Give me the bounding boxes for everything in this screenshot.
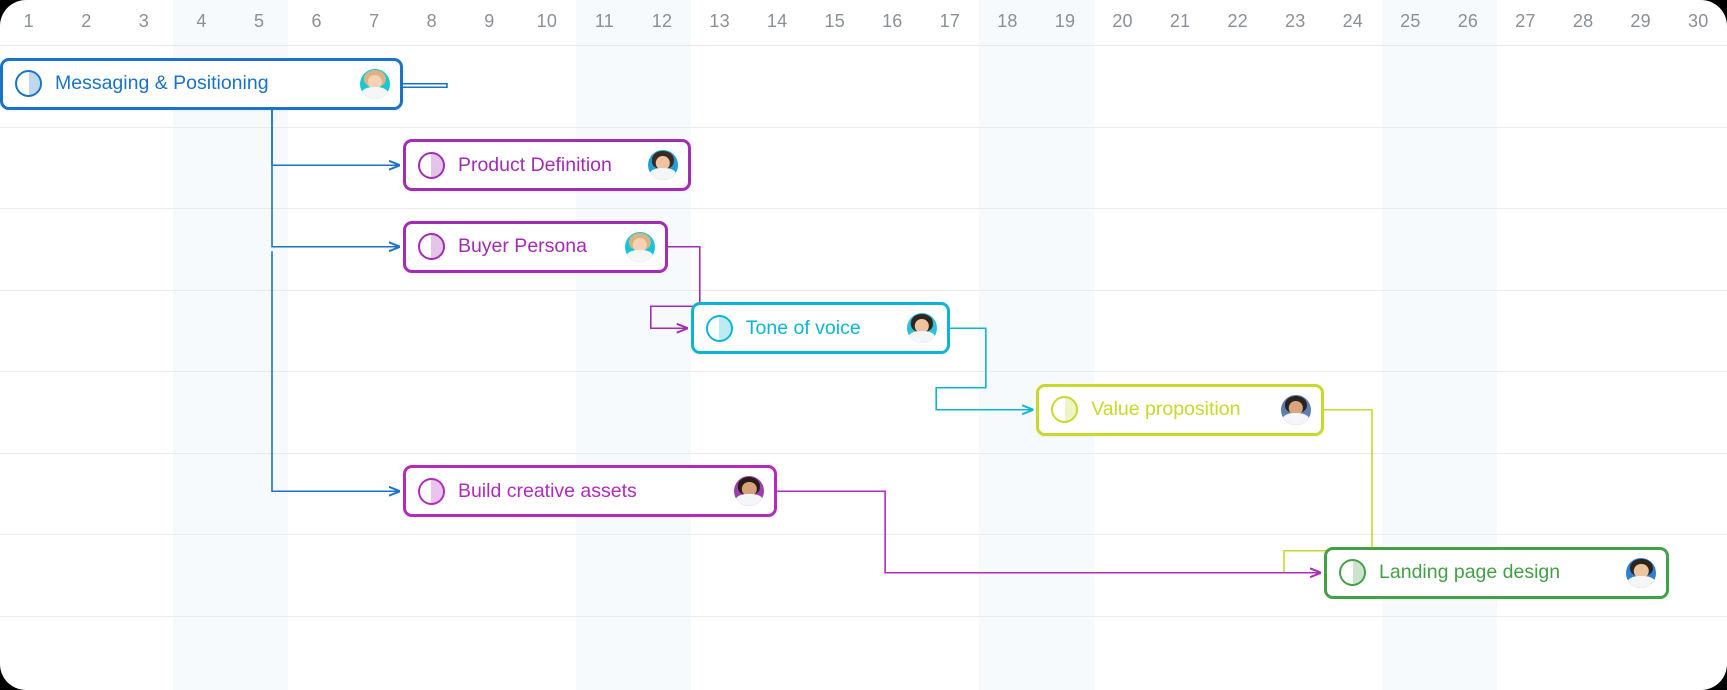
task-label: Tone of voice (745, 316, 861, 339)
progress-fill (28, 72, 40, 96)
timeline-tick-23: 23 (1285, 11, 1306, 31)
timeline-tick-1: 1 (23, 11, 34, 31)
timeline-tick-13: 13 (709, 11, 730, 31)
progress-fill (1064, 398, 1077, 422)
task-label: Landing page design (1379, 561, 1561, 584)
avatar-body (735, 494, 763, 507)
task-label: Build creative assets (457, 479, 637, 502)
timeline-tick-4: 4 (196, 11, 207, 31)
avatar[interactable] (359, 68, 390, 99)
avatar-body (626, 249, 653, 262)
avatar-body (1282, 412, 1310, 425)
task-label: Product Definition (457, 153, 612, 176)
half-filled-circle-icon (1339, 559, 1367, 587)
task-bar-t6[interactable]: Build creative assets (402, 465, 778, 518)
timeline-tick-28: 28 (1572, 11, 1594, 31)
half-filled-circle-icon (15, 70, 42, 98)
dependency-link-t4>t5 (935, 327, 1032, 410)
timeline-tick-10: 10 (536, 11, 558, 31)
progress-fill (431, 235, 443, 259)
timeline-tick-17: 17 (939, 11, 961, 31)
avatar[interactable] (1281, 394, 1312, 425)
timeline-header: 1 2 3 4 5 6 7 8 9 10 11 12 13 14 15 16 17 18 19 20 21 22 23 24 2… (0, 0, 1727, 46)
progress-fill (719, 316, 731, 340)
avatar-body (361, 86, 389, 99)
timeline-tick-3: 3 (138, 11, 150, 31)
task-bar-t2[interactable]: Product Definition (402, 139, 691, 192)
timeline-tick-25: 25 (1400, 11, 1421, 31)
timeline-tick-11: 11 (594, 11, 614, 31)
timeline-tick-5: 5 (253, 11, 265, 31)
timeline-tick-14: 14 (766, 11, 788, 31)
timeline-tick-16: 16 (882, 11, 903, 31)
avatar-body (649, 168, 676, 181)
dependency-link-t1>t3 (271, 86, 399, 247)
timeline-tick-6: 6 (311, 11, 322, 31)
progress-fill (1352, 561, 1365, 585)
dependency-link-t6>t7 (777, 490, 1320, 573)
half-filled-circle-icon (1051, 396, 1079, 424)
avatar[interactable] (1626, 557, 1657, 588)
timeline-tick-26: 26 (1457, 11, 1479, 31)
half-filled-circle-icon (417, 151, 445, 179)
progress-fill (431, 153, 443, 177)
task-label: Value proposition (1091, 398, 1241, 421)
timeline-tick-27: 27 (1515, 11, 1536, 31)
timeline-tick-22: 22 (1227, 11, 1248, 31)
avatar[interactable] (906, 313, 937, 344)
timeline-tick-21: 21 (1169, 11, 1191, 31)
half-filled-circle-icon (417, 477, 445, 505)
avatar-body (1628, 575, 1655, 588)
avatar-body (908, 331, 936, 344)
timeline-tick-24: 24 (1342, 11, 1364, 31)
timeline-tick-15: 15 (824, 11, 845, 31)
timeline-tick-20: 20 (1112, 11, 1133, 31)
timeline-tick-8: 8 (426, 11, 437, 31)
timeline-tick-2: 2 (81, 11, 92, 31)
timeline-tick-29: 29 (1630, 11, 1651, 31)
avatar[interactable] (734, 476, 765, 507)
task-bar-t1[interactable]: Messaging & Positioning (0, 57, 403, 110)
task-bar-t3[interactable]: Buyer Persona (402, 220, 668, 273)
half-filled-circle-icon (417, 233, 445, 261)
gantt-chart-panel: 1 2 3 4 5 6 7 8 9 10 11 12 13 14 15 16 17 18 19 20 21 22 23 24 2… (0, 0, 1727, 690)
timeline-tick-19: 19 (1054, 11, 1076, 31)
half-filled-circle-icon (705, 314, 733, 342)
progress-fill (431, 479, 443, 503)
timeline-tick-7: 7 (369, 11, 380, 31)
task-label: Messaging & Positioning (55, 72, 269, 95)
timeline-tick-9: 9 (484, 11, 495, 31)
avatar[interactable] (624, 231, 655, 262)
timeline-tick-30: 30 (1687, 11, 1709, 31)
timeline-tick-18: 18 (997, 11, 1018, 31)
avatar[interactable] (647, 150, 678, 181)
task-bar-t5[interactable]: Value proposition (1036, 383, 1325, 436)
dependency-link-t1>t6 (271, 251, 399, 491)
task-label: Buyer Persona (457, 235, 587, 258)
timeline-tick-12: 12 (651, 11, 673, 31)
task-bar-t7[interactable]: Landing page design (1324, 546, 1670, 599)
task-bar-t4[interactable]: Tone of voice (690, 302, 950, 355)
